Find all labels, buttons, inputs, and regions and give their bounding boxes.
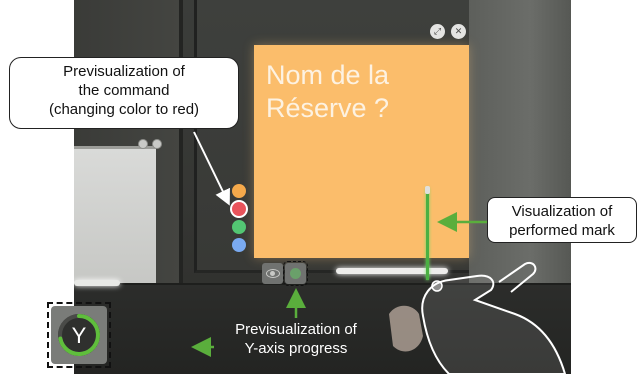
note-toggles	[262, 261, 308, 286]
swatch-orange[interactable]	[232, 184, 246, 198]
swatch-green[interactable]	[232, 220, 246, 234]
right-wall	[469, 0, 571, 300]
panel-dot	[138, 139, 148, 149]
y-axis-letter: Y	[72, 323, 87, 348]
note-controls: ⤢ ✕	[430, 24, 466, 39]
color-palette	[232, 184, 246, 252]
y-progress-gauge: Y	[58, 314, 100, 356]
panel-dot	[152, 139, 162, 149]
y-progress-callout: Previsualization of Y-axis progress	[235, 321, 357, 357]
performed-mark-callout: Visualization of performed mark	[487, 197, 637, 243]
left-glow-bar	[74, 280, 120, 286]
close-icon[interactable]: ✕	[451, 24, 466, 39]
hand-overlay	[389, 262, 567, 374]
eye-icon	[265, 269, 280, 278]
sticky-note[interactable]: Nom de la Réserve ?	[254, 45, 469, 258]
stylus-tip	[425, 186, 430, 194]
background-panel-controls	[138, 139, 162, 149]
swatch-red[interactable]	[232, 202, 246, 216]
circle-icon	[290, 268, 301, 279]
swatch-blue[interactable]	[232, 238, 246, 252]
background-panel	[74, 146, 156, 287]
note-text: Nom de la Réserve ?	[266, 60, 390, 123]
command-preview-callout: Previsualization of the command (changin…	[9, 57, 239, 129]
command-preview-button[interactable]	[283, 261, 308, 286]
visibility-button[interactable]	[262, 263, 283, 284]
expand-icon[interactable]: ⤢	[430, 24, 445, 39]
